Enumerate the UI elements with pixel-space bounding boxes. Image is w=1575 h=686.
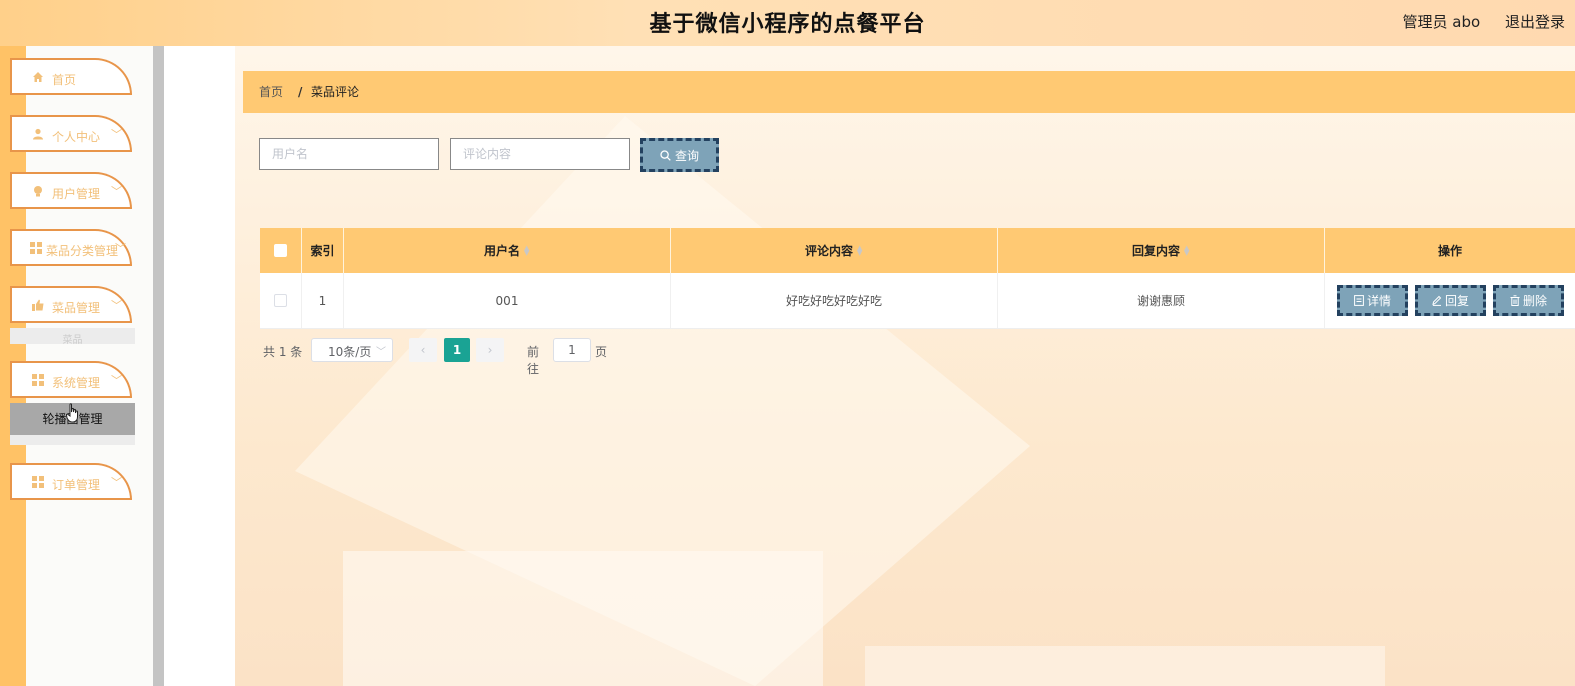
chevron-down-icon: ﹀ — [111, 128, 122, 141]
cell-username: 001 — [344, 273, 671, 328]
row-checkbox[interactable] — [274, 294, 287, 307]
comment-search-input[interactable] — [450, 138, 630, 170]
breadcrumb-current: 菜品评论 — [311, 85, 360, 99]
sidebar-scrollbar[interactable] — [153, 46, 164, 686]
sidebar-item-label: 首页 — [52, 73, 77, 87]
search-icon — [660, 149, 671, 161]
sort-icon[interactable]: ▲ ▼ — [1184, 244, 1190, 256]
sidebar-item-profile[interactable]: 个人中心 ﹀ — [10, 115, 132, 152]
sidebar-item-label: 订单管理 — [52, 478, 101, 492]
detail-button[interactable]: 详情 — [1337, 285, 1408, 316]
header-label: 用户名 — [483, 244, 520, 258]
header-content[interactable]: 评论内容 ▲ ▼ — [671, 228, 998, 273]
sidebar-item-users[interactable]: 用户管理 ﹀ — [10, 172, 132, 209]
cell-actions: 详情 回复 删除 — [1325, 273, 1575, 328]
table-header: 索引 用户名 ▲ ▼ 评论内容 ▲ ▼ 回复内容 ▲ ▼ 操作 — [260, 228, 1575, 273]
sidebar-item-home[interactable]: 首页 — [10, 58, 132, 95]
sort-icon[interactable]: ▲ ▼ — [857, 244, 863, 256]
home-icon — [33, 72, 43, 82]
sidebar-item-label: 系统管理 — [52, 376, 101, 390]
username-search-input[interactable] — [259, 138, 439, 170]
header-actions: 操作 — [1437, 244, 1462, 258]
sidebar-item-dish-category[interactable]: 菜品分类管理 ﹀ — [10, 229, 132, 266]
person-icon — [33, 128, 43, 140]
header-index: 索引 — [302, 228, 344, 273]
logout-link[interactable]: 退出登录 — [1505, 13, 1565, 31]
chevron-down-icon: ﹀ — [111, 374, 122, 387]
page-unit-label: 页 — [595, 345, 608, 359]
header-reply[interactable]: 回复内容 ▲ ▼ — [998, 228, 1325, 273]
delete-button-label: 删除 — [1522, 294, 1547, 308]
breadcrumb-separator: / — [298, 85, 303, 99]
page-number-button[interactable]: 1 — [444, 338, 470, 362]
user-area: 管理员 abo 退出登录 — [1383, 11, 1565, 32]
trash-icon — [1510, 295, 1520, 306]
row-checkbox-cell — [260, 273, 302, 328]
search-button-label: 查询 — [674, 148, 699, 163]
search-button[interactable]: 查询 — [640, 138, 719, 172]
table-row: 1 001 好吃好吃好吃好吃 谢谢惠顾 详情 回复 删除 — [260, 273, 1575, 329]
bulb-icon — [34, 186, 42, 197]
header-label: 评论内容 — [804, 244, 853, 258]
sidebar-item-orders[interactable]: 订单管理 ﹀ — [10, 463, 132, 500]
hand-cursor-icon — [66, 403, 78, 423]
grid-icon — [30, 242, 42, 254]
chevron-down-icon: ﹀ — [111, 185, 122, 198]
chevron-down-icon: ﹀ — [111, 299, 122, 312]
goto-label: 前往 — [527, 345, 540, 376]
sort-icon[interactable]: ▲ ▼ — [524, 244, 530, 256]
prev-page-button[interactable]: ‹ — [409, 338, 437, 362]
sidebar-gap — [164, 46, 235, 686]
cell-reply: 谢谢惠顾 — [998, 273, 1325, 328]
app-title: 基于微信小程序的点餐平台 — [649, 12, 926, 37]
breadcrumb-home[interactable]: 首页 — [259, 71, 283, 113]
breadcrumb: 首页 / 菜品评论 — [243, 71, 1575, 113]
submenu-footer — [10, 435, 135, 445]
reply-button[interactable]: 回复 — [1415, 285, 1486, 316]
detail-button-label: 详情 — [1366, 294, 1391, 308]
edit-icon — [1432, 295, 1442, 306]
reply-button-label: 回复 — [1444, 294, 1469, 308]
thumb-icon — [32, 299, 44, 311]
sidebar-item-label: 菜品分类管理 — [46, 244, 119, 258]
chevron-down-icon: ﹀ — [376, 347, 386, 358]
header-checkbox-cell — [260, 228, 302, 273]
page-size-value: 10条/页 — [328, 345, 372, 359]
sidebar-item-system[interactable]: 系统管理 ﹀ — [10, 361, 132, 398]
main-content: 首页 / 菜品评论 查询 索引 用户名 ▲▼ 评论内容 ▲▼ 回复内容 ▲▼ 操作 1… — [235, 46, 1575, 686]
grid-icon — [32, 476, 44, 488]
sidebar-item-label: 用户管理 — [52, 187, 101, 201]
goto-page-input[interactable] — [553, 338, 591, 362]
submenu-item-dish[interactable]: 菜品 — [10, 328, 135, 344]
document-icon — [1354, 295, 1364, 306]
header-username[interactable]: 用户名 ▲ ▼ — [344, 228, 671, 273]
page-size-select[interactable]: 10条/页 ﹀ — [311, 338, 393, 362]
grid-icon — [32, 374, 44, 386]
top-header: 基于微信小程序的点餐平台 管理员 abo 退出登录 — [0, 0, 1575, 46]
sidebar-item-label: 菜品管理 — [52, 301, 101, 315]
header-label: 回复内容 — [1131, 244, 1180, 258]
delete-button[interactable]: 删除 — [1493, 285, 1564, 316]
sidebar-item-label: 个人中心 — [52, 130, 101, 144]
select-all-checkbox[interactable] — [274, 244, 287, 257]
chevron-down-icon: ﹀ — [111, 476, 122, 489]
pagination-total: 共 1 条 — [263, 345, 303, 359]
cell-content: 好吃好吃好吃好吃 — [671, 273, 998, 328]
chevron-down-icon: ﹀ — [115, 242, 126, 255]
sidebar-item-dish[interactable]: 菜品管理 ﹀ — [10, 286, 132, 323]
next-page-button[interactable]: › — [476, 338, 504, 362]
cell-index: 1 — [302, 273, 344, 328]
user-label: 管理员 abo — [1402, 13, 1481, 31]
